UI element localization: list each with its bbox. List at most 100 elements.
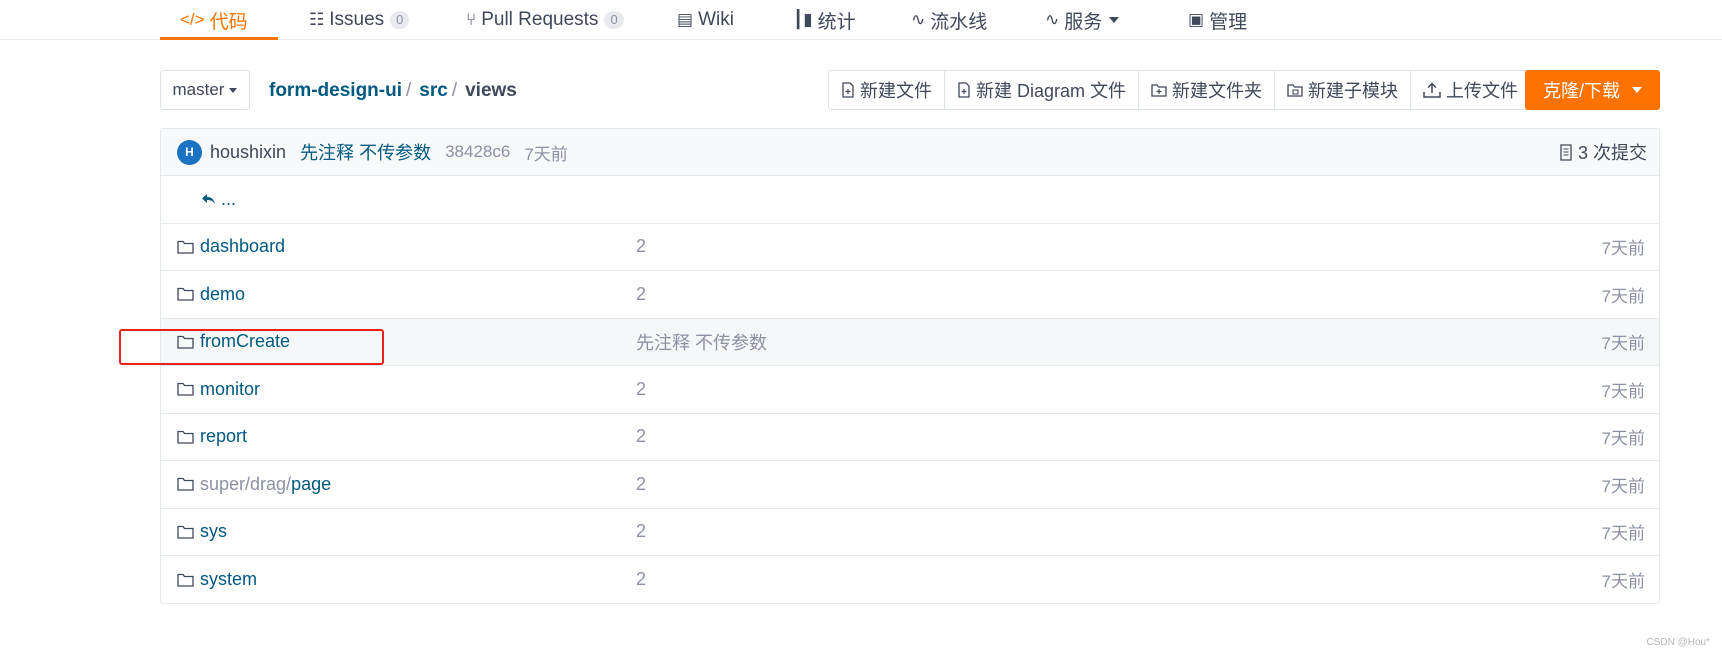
tab-pull-requests[interactable]: ⑂ Pull Requests 0 <box>466 0 624 40</box>
folder-link[interactable]: monitor <box>177 379 260 400</box>
folder-icon <box>177 525 194 539</box>
breadcrumb-repo-link[interactable]: form-design-ui <box>269 80 402 102</box>
breadcrumb-separator: / <box>406 80 412 101</box>
latest-commit-bar: H houshixin 先注释 不传参数 38428c6 7天前 3 次提交 <box>161 129 1659 176</box>
table-row[interactable]: demo 2 7天前 <box>161 271 1659 319</box>
repo-nav: </> 代码 ☷ Issues 0 ⑂ Pull Requests 0 ▤ Wi… <box>0 0 1722 40</box>
folder-icon <box>177 382 194 396</box>
new-folder-button[interactable]: 新建文件夹 <box>1139 71 1276 109</box>
commit-author[interactable]: houshixin <box>210 142 286 163</box>
folder-link[interactable]: super/drag/ page <box>177 474 331 495</box>
commit-count-link[interactable]: 3 次提交 <box>1559 129 1647 175</box>
row-commit-message[interactable]: 2 <box>636 379 646 400</box>
tab-services[interactable]: ∿ 服务 <box>1045 0 1120 40</box>
row-time: 7天前 <box>1601 476 1645 496</box>
folder-name: system <box>200 569 258 590</box>
new-submodule-icon <box>1287 84 1303 97</box>
parent-directory-row[interactable]: ... <box>161 176 1659 224</box>
breadcrumb-current: views <box>465 80 517 101</box>
branch-selector[interactable]: master <box>160 70 250 110</box>
folder-link[interactable]: dashboard <box>177 236 285 257</box>
folder-icon <box>177 573 194 587</box>
code-icon: </> <box>180 10 205 29</box>
commit-sha[interactable]: 38428c6 <box>445 142 510 162</box>
avatar[interactable]: H <box>177 139 202 165</box>
upload-file-button[interactable]: 上传文件 <box>1411 71 1530 109</box>
table-row[interactable]: fromCreate 先注释 不传参数 7天前 <box>161 318 1659 366</box>
new-file-icon <box>842 82 854 98</box>
new-diagram-button[interactable]: 新建 Diagram 文件 <box>945 71 1140 109</box>
row-commit-message[interactable]: 2 <box>636 569 646 590</box>
table-row[interactable]: super/drag/ page 2 7天前 <box>161 461 1659 509</box>
row-commit-message[interactable]: 2 <box>636 236 646 257</box>
tab-wiki[interactable]: ▤ Wiki <box>677 0 734 40</box>
table-row[interactable]: report 2 7天前 <box>161 414 1659 461</box>
folder-path-prefix: super/drag/ <box>200 473 292 494</box>
tab-pull-requests-label: Pull Requests <box>481 9 599 30</box>
clone-download-button[interactable]: 克隆/下载 <box>1525 70 1660 110</box>
folder-icon <box>177 240 194 254</box>
commit-history-icon <box>1560 143 1572 161</box>
commit-message[interactable]: 先注释 不传参数 <box>300 139 431 165</box>
clone-download-label: 克隆/下载 <box>1542 81 1620 101</box>
row-commit-message[interactable]: 2 <box>636 474 646 495</box>
folder-name: report <box>200 426 248 447</box>
row-commit-message[interactable]: 先注释 不传参数 <box>636 329 767 355</box>
new-submodule-button[interactable]: 新建子模块 <box>1275 71 1412 109</box>
folder-link[interactable]: system <box>177 569 257 590</box>
chevron-down-icon <box>229 87 238 93</box>
issues-count-badge: 0 <box>390 11 410 29</box>
watermark: CSDN @Hou* <box>1646 637 1710 648</box>
upload-icon <box>1423 82 1441 98</box>
pull-requests-count-badge: 0 <box>604 11 624 29</box>
folder-link[interactable]: sys <box>177 521 227 542</box>
wiki-icon: ▤ <box>677 10 694 29</box>
tab-stats[interactable]: ┃▮ 统计 <box>793 0 856 40</box>
file-tree: H houshixin 先注释 不传参数 38428c6 7天前 3 次提交 .… <box>160 128 1660 604</box>
table-row[interactable]: dashboard 2 7天前 <box>161 224 1659 271</box>
highlight-annotation-box <box>119 329 384 365</box>
row-commit-message[interactable]: 2 <box>636 521 646 542</box>
table-row[interactable]: monitor 2 7天前 <box>161 366 1659 414</box>
folder-icon <box>177 430 194 444</box>
pull-request-icon: ⑂ <box>466 10 477 29</box>
active-tab-indicator <box>160 37 278 40</box>
breadcrumb-separator: / <box>451 80 458 101</box>
row-commit-message[interactable]: 2 <box>636 284 646 305</box>
folder-name: demo <box>200 283 246 304</box>
row-commit-message[interactable]: 2 <box>636 426 646 447</box>
tab-stats-label: 统计 <box>817 11 856 33</box>
tab-issues-label: Issues <box>329 9 385 30</box>
new-folder-label: 新建文件夹 <box>1172 81 1263 101</box>
tab-wiki-label: Wiki <box>698 9 734 30</box>
folder-name: monitor <box>200 378 261 399</box>
new-file-button[interactable]: 新建文件 <box>829 71 945 109</box>
tab-code-label: 代码 <box>209 11 248 33</box>
tab-services-label: 服务 <box>1064 11 1103 33</box>
new-submodule-label: 新建子模块 <box>1308 81 1399 101</box>
tab-manage[interactable]: ▣ 管理 <box>1188 0 1247 40</box>
folder-link[interactable]: report <box>177 426 247 447</box>
row-time: 7天前 <box>1601 429 1645 449</box>
chevron-down-icon <box>1632 87 1642 93</box>
breadcrumb: form-design-ui / src / views <box>269 78 517 104</box>
folder-link[interactable]: demo <box>177 284 245 305</box>
breadcrumb-src-link[interactable]: src <box>419 80 448 102</box>
new-diagram-label: 新建 Diagram 文件 <box>976 81 1127 101</box>
manage-icon: ▣ <box>1188 10 1205 29</box>
issues-icon: ☷ <box>309 10 325 29</box>
commit-count-label: 3 次提交 <box>1577 143 1647 163</box>
row-time: 7天前 <box>1601 286 1645 306</box>
tab-manage-label: 管理 <box>1209 11 1248 33</box>
table-row[interactable]: sys 2 7天前 <box>161 509 1659 556</box>
parent-directory-label: ... <box>221 188 237 209</box>
tab-issues[interactable]: ☷ Issues 0 <box>309 0 410 40</box>
tab-pipeline[interactable]: ∿ 流水线 <box>911 0 987 40</box>
repo-actions: 新建文件 新建 Diagram 文件 新建文件夹 新建子模块 上传文件 <box>828 70 1532 110</box>
row-time: 7天前 <box>1601 239 1645 259</box>
chevron-down-icon <box>1109 17 1120 23</box>
pipeline-icon: ∿ <box>911 10 926 29</box>
tab-code[interactable]: </> 代码 <box>180 0 248 40</box>
parent-directory-link[interactable]: ... <box>201 189 236 210</box>
table-row[interactable]: system 2 7天前 <box>161 556 1659 604</box>
